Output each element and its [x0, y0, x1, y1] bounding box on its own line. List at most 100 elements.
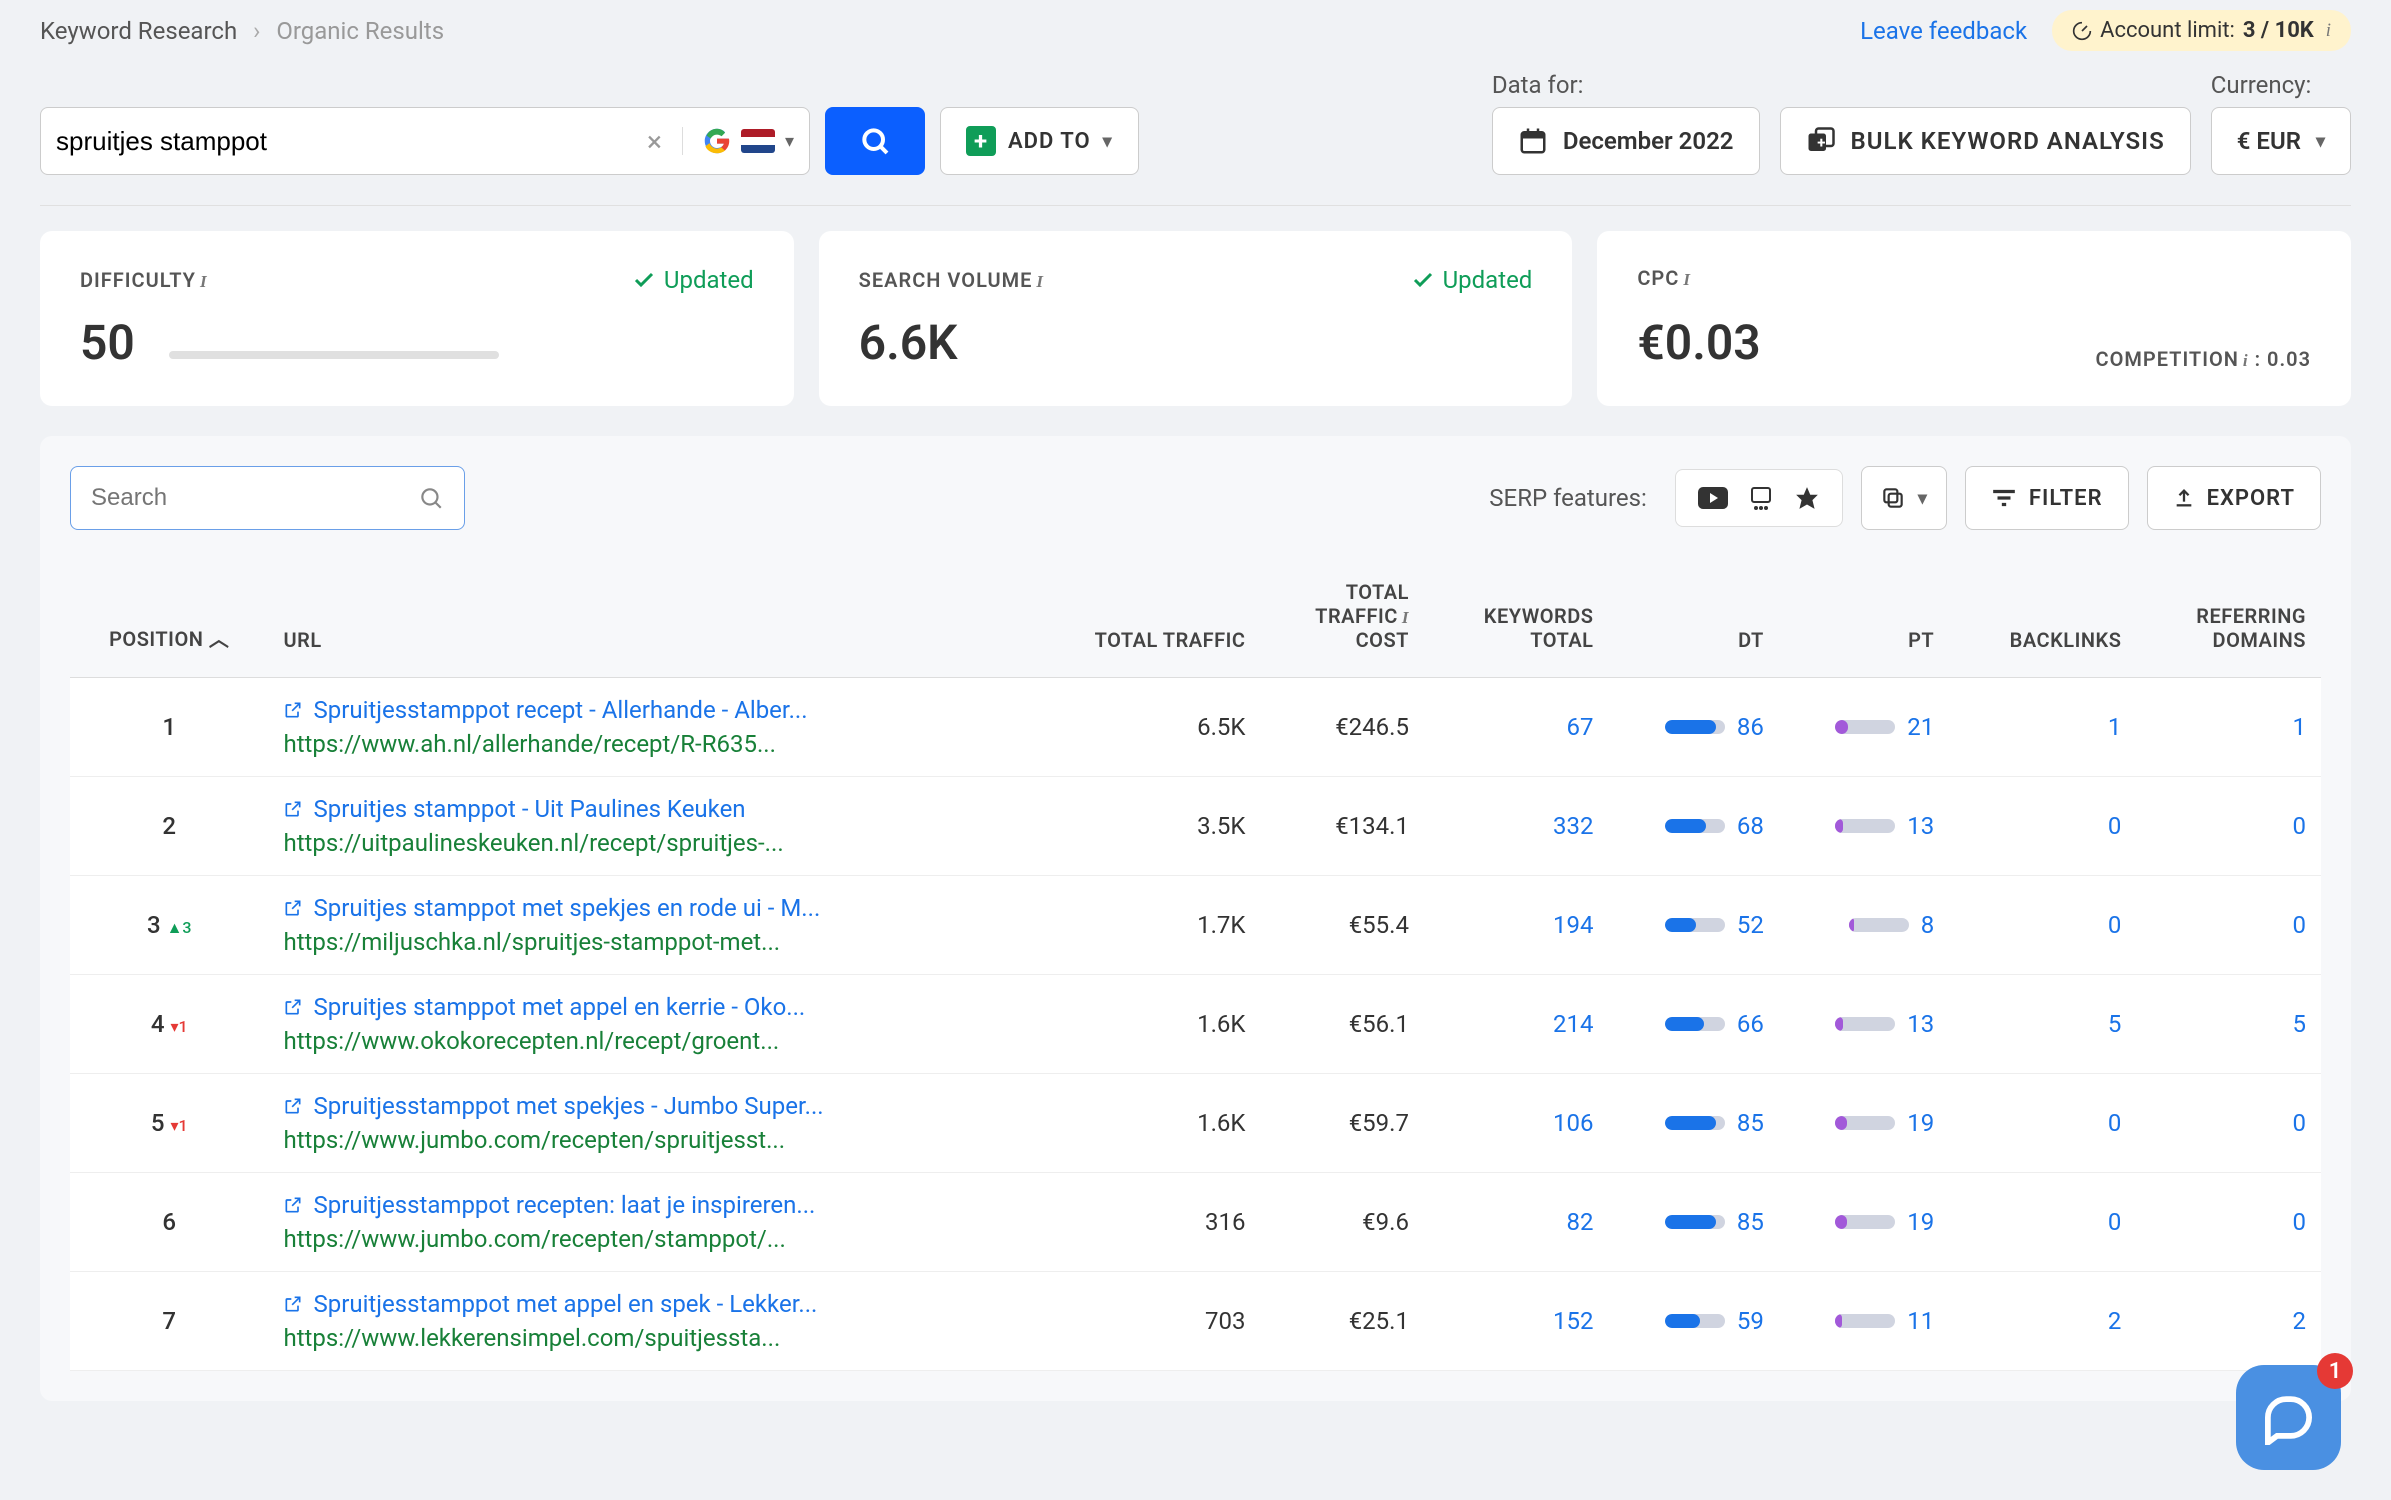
backlinks-cell[interactable]: 1 [1949, 678, 2136, 777]
result-url[interactable]: https://miljuschka.nl/spruitjes-stamppot… [283, 928, 1006, 956]
col-pt[interactable]: PT [1779, 555, 1949, 678]
result-title-link[interactable]: Spruitjes stamppot - Uit Paulines Keuken [283, 795, 1006, 823]
keywords-cell[interactable]: 214 [1424, 975, 1609, 1074]
backlinks-cell[interactable]: 0 [1949, 876, 2136, 975]
result-url[interactable]: https://www.jumbo.com/recepten/stamppot/… [283, 1225, 1006, 1253]
result-title-link[interactable]: Spruitjesstamppot recepten: laat je insp… [283, 1191, 1006, 1219]
domains-cell[interactable]: 1 [2136, 678, 2321, 777]
result-url[interactable]: https://www.ah.nl/allerhande/recept/R-R6… [283, 730, 1006, 758]
traffic-cell: 3.5K [1022, 777, 1261, 876]
keywords-cell[interactable]: 67 [1424, 678, 1609, 777]
updated-status: Updated [632, 266, 754, 294]
col-position[interactable]: POSITION ︿ [70, 555, 268, 678]
backlinks-cell[interactable]: 2 [1949, 1272, 2136, 1371]
carousel-icon [1746, 486, 1776, 510]
url-cell: Spruitjesstamppot met spekjes - Jumbo Su… [268, 1074, 1021, 1173]
backlinks-cell[interactable]: 5 [1949, 975, 2136, 1074]
export-button[interactable]: EXPORT [2147, 466, 2321, 530]
col-dt[interactable]: DT [1608, 555, 1778, 678]
copy-button[interactable]: ▾ [1861, 466, 1947, 530]
col-traffic-cost[interactable]: TOTALTRAFFICiCOST [1260, 555, 1424, 678]
clear-icon[interactable]: × [647, 125, 662, 158]
backlinks-cell[interactable]: 0 [1949, 1173, 2136, 1272]
url-cell: Spruitjes stamppot - Uit Paulines Keuken… [268, 777, 1021, 876]
cpc-card: CPCi €0.03 COMPETITIONi : 0.03 [1597, 231, 2351, 406]
domains-cell[interactable]: 0 [2136, 1074, 2321, 1173]
data-for-label: Data for: [1492, 71, 1760, 99]
col-total-traffic[interactable]: TOTAL TRAFFIC [1022, 555, 1261, 678]
filter-button[interactable]: FILTER [1965, 466, 2129, 530]
volume-value: 6.6K [859, 314, 1533, 371]
add-to-button[interactable]: + ADD TO ▾ [940, 107, 1139, 175]
gauge-icon [2072, 21, 2092, 41]
info-icon[interactable]: i [2243, 351, 2249, 370]
url-cell: Spruitjes stamppot met spekjes en rode u… [268, 876, 1021, 975]
keywords-cell[interactable]: 82 [1424, 1173, 1609, 1272]
copy-icon [1880, 485, 1906, 511]
chat-button[interactable]: 1 [2236, 1365, 2341, 1470]
result-title-link[interactable]: Spruitjesstamppot met appel en spek - Le… [283, 1290, 1006, 1318]
google-icon [703, 127, 731, 155]
traffic-cost-cell: €246.5 [1260, 678, 1424, 777]
external-link-icon [283, 1195, 303, 1215]
date-selector-button[interactable]: December 2022 [1492, 107, 1760, 175]
info-icon[interactable]: i [1683, 270, 1691, 289]
position-cell: 7 [70, 1272, 268, 1371]
info-icon[interactable]: i [1036, 272, 1044, 291]
sort-asc-icon: ︿ [209, 627, 230, 651]
bulk-analysis-button[interactable]: + BULK KEYWORD ANALYSIS [1780, 107, 2191, 175]
col-backlinks[interactable]: BACKLINKS [1949, 555, 2136, 678]
table-row: 3▲3 Spruitjes stamppot met spekjes en ro… [70, 876, 2321, 975]
chevron-down-icon: ▾ [785, 131, 794, 152]
position-cell: 1 [70, 678, 268, 777]
chevron-down-icon: ▾ [1103, 131, 1113, 152]
search-button[interactable] [825, 107, 925, 175]
keywords-cell[interactable]: 194 [1424, 876, 1609, 975]
search-engine-selector[interactable]: ▾ [682, 127, 794, 155]
col-keywords-total[interactable]: KEYWORDSTOTAL [1424, 555, 1609, 678]
backlinks-cell[interactable]: 0 [1949, 1074, 2136, 1173]
backlinks-cell[interactable]: 0 [1949, 777, 2136, 876]
table-row: 2 Spruitjes stamppot - Uit Paulines Keuk… [70, 777, 2321, 876]
result-url[interactable]: https://www.lekkerensimpel.com/spuitjess… [283, 1324, 1006, 1352]
result-title-link[interactable]: Spruitjes stamppot met appel en kerrie -… [283, 993, 1006, 1021]
currency-label: Currency: [2211, 71, 2351, 99]
dt-cell: 86 [1608, 678, 1778, 777]
currency-selector-button[interactable]: € EUR ▾ [2211, 107, 2351, 175]
pt-cell: 13 [1779, 975, 1949, 1074]
keywords-cell[interactable]: 152 [1424, 1272, 1609, 1371]
traffic-cell: 1.7K [1022, 876, 1261, 975]
domains-cell[interactable]: 0 [2136, 1173, 2321, 1272]
add-icon: + [966, 126, 996, 156]
pt-cell: 13 [1779, 777, 1949, 876]
result-url[interactable]: https://www.jumbo.com/recepten/spruitjes… [283, 1126, 1006, 1154]
account-limit-pill[interactable]: Account limit: 3 / 10K i [2052, 10, 2351, 51]
result-url[interactable]: https://www.okokorecepten.nl/recept/groe… [283, 1027, 1006, 1055]
keywords-cell[interactable]: 106 [1424, 1074, 1609, 1173]
result-title-link[interactable]: Spruitjesstamppot recept - Allerhande - … [283, 696, 1006, 724]
results-table: POSITION ︿ URL TOTAL TRAFFIC TOTALTRAFFI… [70, 555, 2321, 1371]
external-link-icon [283, 799, 303, 819]
keywords-cell[interactable]: 332 [1424, 777, 1609, 876]
breadcrumb: Keyword Research › Organic Results [40, 17, 444, 45]
traffic-cell: 316 [1022, 1173, 1261, 1272]
breadcrumb-root[interactable]: Keyword Research [40, 17, 237, 45]
col-ref-domains[interactable]: REFERRINGDOMAINS [2136, 555, 2321, 678]
url-cell: Spruitjes stamppot met appel en kerrie -… [268, 975, 1021, 1074]
position-cell: 2 [70, 777, 268, 876]
result-title-link[interactable]: Spruitjes stamppot met spekjes en rode u… [283, 894, 1006, 922]
result-title-link[interactable]: Spruitjesstamppot met spekjes - Jumbo Su… [283, 1092, 1006, 1120]
serp-features-box[interactable] [1675, 469, 1843, 527]
table-search-input[interactable] [91, 484, 418, 512]
domains-cell[interactable]: 2 [2136, 1272, 2321, 1371]
domains-cell[interactable]: 0 [2136, 876, 2321, 975]
domains-cell[interactable]: 5 [2136, 975, 2321, 1074]
leave-feedback-link[interactable]: Leave feedback [1860, 17, 2027, 45]
domains-cell[interactable]: 0 [2136, 777, 2321, 876]
info-icon[interactable]: i [200, 272, 208, 291]
difficulty-value: 50 [80, 314, 135, 371]
keyword-input[interactable] [56, 126, 647, 157]
result-url[interactable]: https://uitpaulineskeuken.nl/recept/spru… [283, 829, 1006, 857]
position-cell: 6 [70, 1173, 268, 1272]
col-url[interactable]: URL [268, 555, 1021, 678]
